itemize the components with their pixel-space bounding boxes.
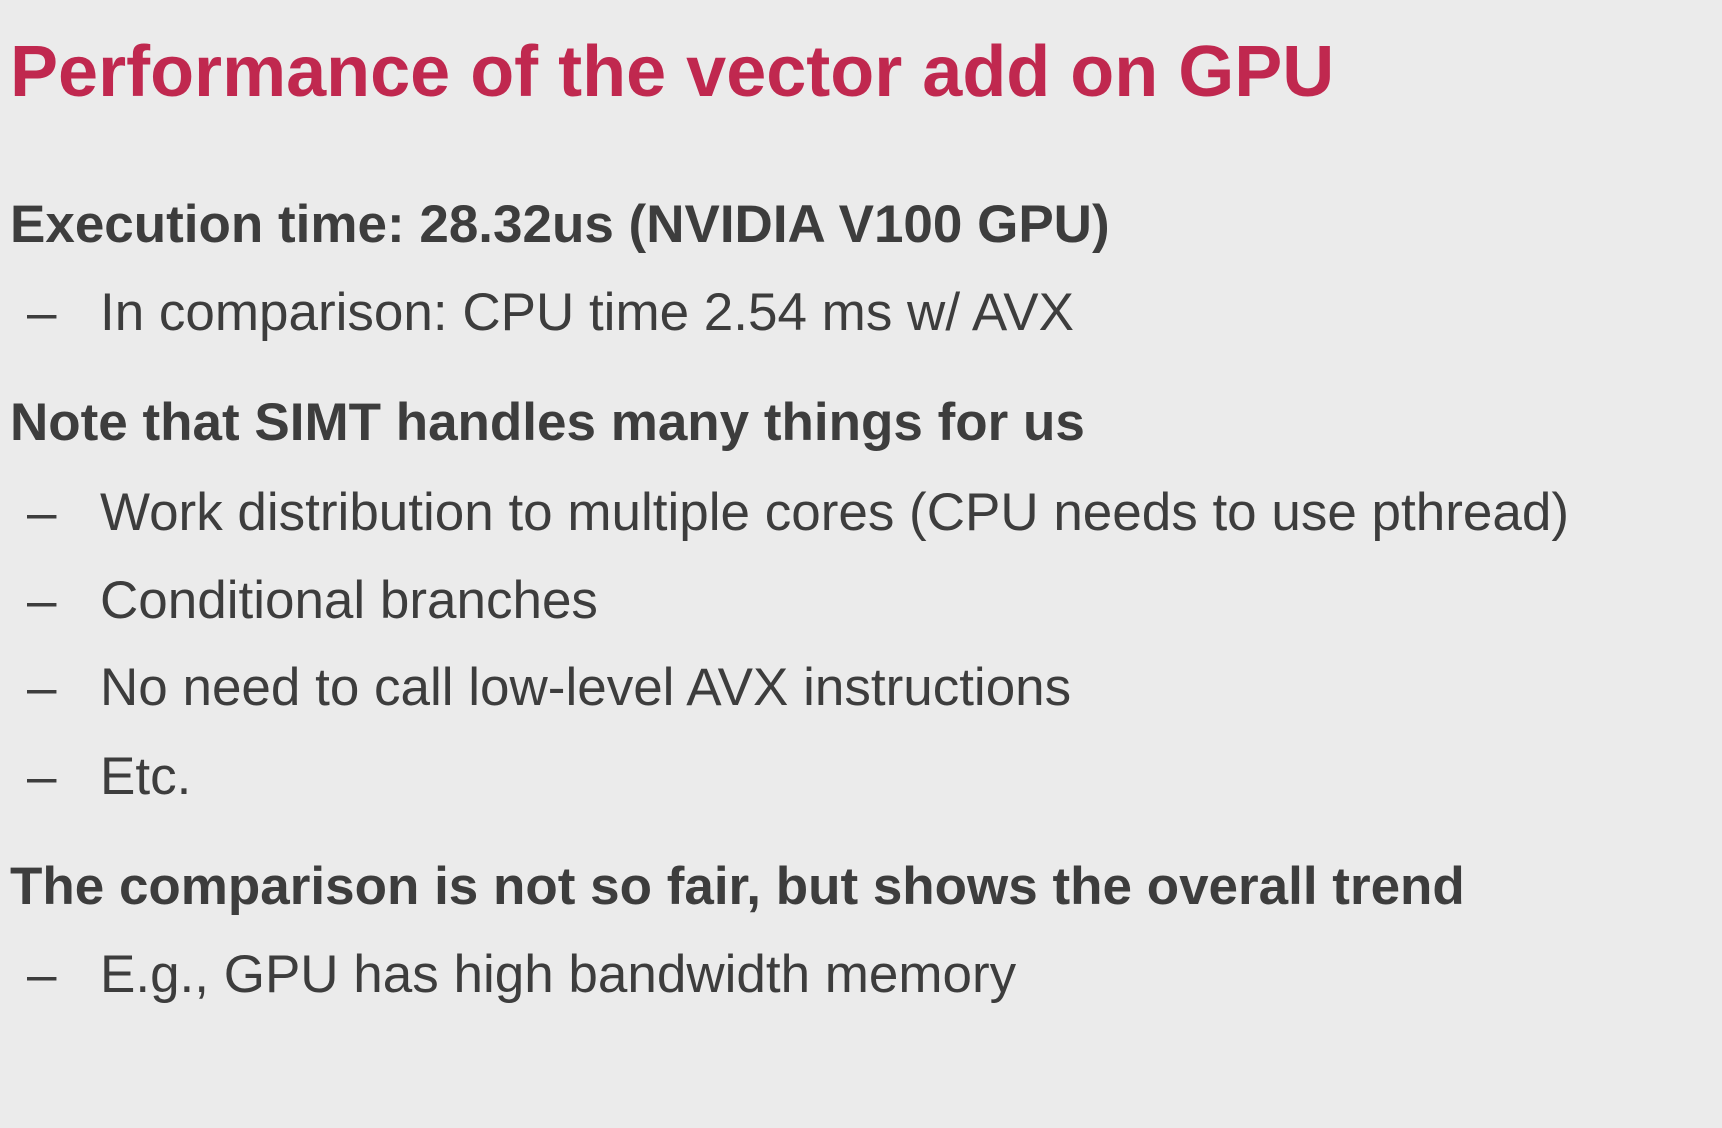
bullet-text: No need to call low-level AVX instructio… bbox=[100, 658, 1072, 717]
bullet-item: – Etc. bbox=[0, 750, 191, 803]
section-heading-execution-time: Execution time: 28.32us (NVIDIA V100 GPU… bbox=[10, 195, 1110, 254]
bullet-text: In comparison: CPU time 2.54 ms w/ AVX bbox=[100, 283, 1074, 342]
bullet-item: – No need to call low-level AVX instruct… bbox=[0, 661, 1071, 714]
bullet-text: Etc. bbox=[100, 747, 192, 806]
bullet-dash: – bbox=[27, 571, 57, 630]
bullet-item: – E.g., GPU has high bandwidth memory bbox=[0, 948, 1016, 1001]
bullet-text: E.g., GPU has high bandwidth memory bbox=[100, 945, 1017, 1004]
bullet-text: Conditional branches bbox=[100, 571, 598, 630]
bullet-dash: – bbox=[27, 945, 57, 1004]
bullet-dash: – bbox=[27, 658, 57, 717]
bullet-item: – Work distribution to multiple cores (C… bbox=[0, 486, 1569, 539]
section-heading-simt: Note that SIMT handles many things for u… bbox=[10, 393, 1085, 452]
bullet-item: – In comparison: CPU time 2.54 ms w/ AVX bbox=[0, 286, 1074, 339]
bullet-dash: – bbox=[27, 483, 57, 542]
slide: Performance of the vector add on GPU Exe… bbox=[0, 0, 1722, 1128]
slide-title: Performance of the vector add on GPU bbox=[10, 32, 1335, 112]
bullet-dash: – bbox=[27, 283, 57, 342]
section-heading-comparison: The comparison is not so fair, but shows… bbox=[10, 857, 1465, 916]
bullet-item: – Conditional branches bbox=[0, 574, 598, 627]
bullet-text: Work distribution to multiple cores (CPU… bbox=[100, 483, 1569, 542]
bullet-dash: – bbox=[27, 747, 57, 806]
